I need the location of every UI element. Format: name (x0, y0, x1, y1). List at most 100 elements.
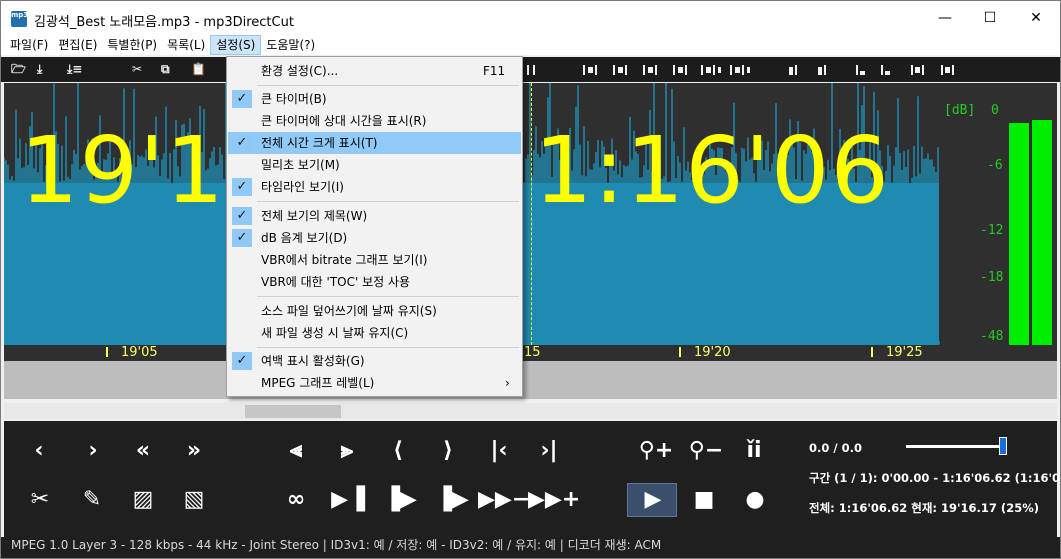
volume-readout: 0.0 / 0.0 (809, 441, 862, 455)
horizontal-scrollbar[interactable] (4, 403, 1057, 419)
timeline-label-1: 19'05 (121, 345, 158, 360)
timeline-label-3: 19'20 (694, 345, 731, 360)
volume-slider-knob[interactable] (999, 437, 1007, 455)
menu-item-total-time-large[interactable]: ✓ 전체 시간 크게 표시(T) (228, 132, 521, 154)
next-frame-button[interactable]: › (83, 438, 103, 464)
menu-special[interactable]: 특별한(P) (102, 35, 162, 55)
menu-separator (257, 85, 519, 86)
waveform-view[interactable]: 19'16 1:16'06 [dB] 0 -6 -12 -18 -48 19'0… (4, 83, 1057, 361)
menu-item-label: 환경 설정(C)... (261, 64, 339, 78)
maximize-button[interactable]: ☐ (967, 1, 1013, 35)
rewind-button[interactable]: « (130, 438, 156, 464)
fast-forward-button[interactable]: » (181, 438, 207, 464)
play-selection-button[interactable]: ▶▐ (326, 487, 370, 513)
menu-item-keep-date-overwrite[interactable]: 소스 파일 덮어쓰기에 날짜 유지(S) (228, 300, 521, 322)
menu-item-big-timer[interactable]: ✓ 큰 타이머(B) (228, 88, 521, 110)
timeline-tick (679, 347, 681, 357)
menu-item-label: MPEG 그래프 레벨(L) (261, 376, 375, 390)
check-icon: ✓ (232, 352, 252, 370)
pencil-icon[interactable]: ✎ (79, 487, 105, 513)
db-scale-0: 0 (991, 103, 999, 118)
menu-item-relative-time[interactable]: 큰 타이머에 상대 시간을 표시(R) (228, 110, 521, 132)
scrollbar-thumb[interactable] (245, 405, 341, 418)
menu-item-label: VBR에서 bitrate 그래프 보기(I) (261, 253, 428, 267)
menu-help[interactable]: 도움말(?) (261, 35, 320, 55)
menu-settings[interactable]: 설정(S) (210, 35, 262, 55)
db-scale-6: -6 (987, 158, 1003, 173)
menu-item-vbr-bitrate-graph[interactable]: VBR에서 bitrate 그래프 보기(I) (228, 249, 521, 271)
app-window: mp3 김광석_Best 노래모음.mp3 - mp3DirectCut — ☐… (0, 0, 1061, 559)
menu-separator (257, 201, 519, 202)
db-scale-12: -12 (980, 223, 1004, 238)
menu-list[interactable]: 목록(L) (162, 35, 210, 55)
go-to-end-button[interactable]: ›| (537, 438, 561, 464)
menu-edit[interactable]: 편집(E) (53, 35, 102, 55)
zoom-out-icon[interactable]: ⚲− (687, 438, 725, 464)
menu-item-shortcut: F11 (483, 64, 506, 78)
info-icon[interactable]: ǐi (742, 438, 766, 464)
menu-file[interactable]: 파일(F) (5, 35, 53, 55)
check-icon: ✓ (232, 229, 252, 247)
menu-item-timeline[interactable]: ✓ 타임라인 보기(I) (228, 176, 521, 198)
toolbar: 🗁 ⤓ ⤓≡ ✂ ⧉ 📋 (1, 57, 1060, 82)
volume-slider-track[interactable] (906, 445, 1006, 448)
fade-out-icon[interactable]: ▧ (180, 487, 208, 513)
timeline-tick (871, 347, 873, 357)
menu-item-label: 소스 파일 덮어쓰기에 날짜 유지(S) (261, 304, 437, 318)
fade-in-icon[interactable]: ▨ (129, 487, 157, 513)
speed-up-button[interactable]: ▶▶+ (528, 487, 580, 513)
menu-item-label: dB 음계 보기(D) (261, 231, 348, 245)
menu-item-preferences[interactable]: 환경 설정(C)... F11 (228, 60, 521, 82)
play-to-cue-button[interactable]: ▐▶ (383, 487, 417, 513)
overview-strip[interactable] (4, 361, 1057, 399)
download-list-icon[interactable]: ⤓≡ (67, 60, 82, 78)
menu-item-overview-title[interactable]: ✓ 전체 보기의 제목(W) (228, 205, 521, 227)
scissors-icon[interactable]: ✂ (25, 487, 55, 513)
submenu-arrow-icon: › (505, 376, 510, 390)
play-button[interactable]: ▶ (642, 487, 664, 513)
total-info: 전체: 1:16'06.62 현재: 19'16.17 (25%) (809, 501, 1039, 515)
play-from-cue-button[interactable]: ▐▶ (435, 487, 469, 513)
menu-item-mpeg-graph-level[interactable]: MPEG 그래프 레벨(L) › (228, 372, 521, 394)
menu-item-keep-date-new[interactable]: 새 파일 생성 시 날짜 유지(C) (228, 322, 521, 344)
big-timer-total: 1:16'06 (534, 117, 890, 224)
title-bar: mp3 김광석_Best 노래모음.mp3 - mp3DirectCut — ☐… (1, 1, 1060, 35)
menu-item-vbr-toc[interactable]: VBR에 대한 'TOC' 보정 사용 (228, 271, 521, 293)
go-to-start-button[interactable]: |‹ (487, 438, 511, 464)
zoom-in-icon[interactable]: ⚲+ (637, 438, 675, 464)
menu-item-milliseconds[interactable]: 밀리초 보기(M) (228, 154, 521, 176)
check-icon: ✓ (232, 207, 252, 225)
minimize-button[interactable]: — (922, 1, 968, 35)
menu-item-label: VBR에 대한 'TOC' 보정 사용 (261, 275, 411, 289)
db-scale-header: [dB] (944, 103, 976, 118)
marker-toolbar-icons[interactable] (521, 61, 961, 79)
menu-item-label: 새 파일 생성 시 날짜 유지(C) (261, 326, 409, 340)
paste-icon[interactable]: 📋 (191, 60, 206, 78)
menu-item-label: 큰 타이머에 상대 시간을 표시(R) (261, 114, 427, 128)
scissors-icon[interactable]: ✂ (132, 60, 142, 78)
timeline-tick (106, 347, 108, 357)
db-scale-18: -18 (980, 270, 1004, 285)
download-wave-icon[interactable]: ⤓ (37, 60, 42, 78)
to-selection-start-button[interactable]: ⫷ (283, 438, 309, 464)
to-selection-end-button[interactable]: ⫸ (334, 438, 360, 464)
next-cue-button[interactable]: ⟩ (437, 438, 459, 464)
level-meter-right (1032, 120, 1052, 345)
speed-down-button[interactable]: ▶▶− (478, 487, 530, 513)
menu-item-db-scale[interactable]: ✓ dB 음계 보기(D) (228, 227, 521, 249)
check-icon: ✓ (232, 134, 252, 152)
menu-item-label: 타임라인 보기(I) (261, 180, 344, 194)
menu-item-show-margins[interactable]: ✓ 여백 표시 활성화(G) (228, 350, 521, 372)
timeline-label-2: 15 (524, 345, 541, 360)
copy-icon[interactable]: ⧉ (161, 60, 170, 78)
open-folder-icon[interactable]: 🗁 (11, 60, 26, 78)
close-button[interactable]: ✕ (1013, 1, 1059, 35)
record-button[interactable]: ● (743, 487, 767, 513)
stop-button[interactable]: ■ (692, 487, 716, 513)
db-scale-48: -48 (980, 329, 1004, 344)
prev-cue-button[interactable]: ⟨ (387, 438, 409, 464)
timeline-label-4: 19'25 (886, 345, 923, 360)
loop-icon[interactable]: ∞ (281, 487, 311, 513)
prev-frame-button[interactable]: ‹ (29, 438, 49, 464)
check-icon: ✓ (232, 90, 252, 108)
